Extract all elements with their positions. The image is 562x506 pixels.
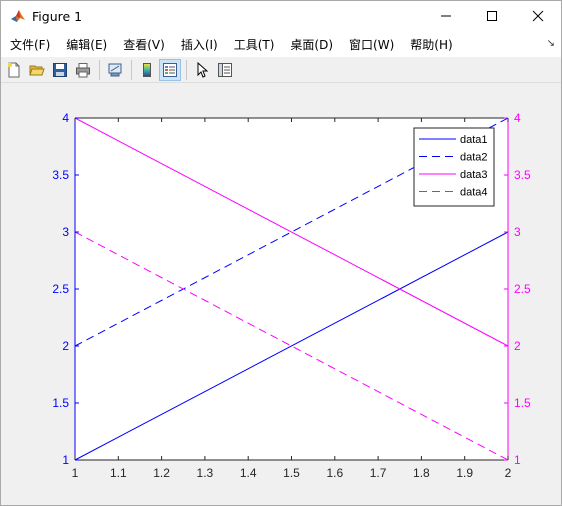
new-figure-button[interactable]: [3, 59, 25, 81]
window-controls: [423, 1, 561, 31]
right-y-tick-label: 2.5: [514, 282, 531, 296]
property-inspector-button[interactable]: [214, 59, 236, 81]
print-icon: [76, 62, 90, 77]
pointer-button[interactable]: [191, 59, 213, 81]
toolbar-separator: [99, 59, 100, 80]
matlab-logo-icon: [10, 8, 26, 24]
right-y-tick-label: 2: [514, 339, 521, 353]
x-tick-label: 1.8: [413, 466, 430, 480]
right-y-tick-label: 4: [514, 111, 521, 125]
dock-arrow-icon[interactable]: ↘: [547, 38, 555, 49]
print-button[interactable]: [72, 59, 94, 81]
left-y-tick-label: 2.5: [52, 282, 69, 296]
figure-canvas[interactable]: 1 1.1 1.2 1.3 1.4 1.5 1.6 1.7 1.8 1.9 2 1 1.5 2 2.5 3 3.…: [1, 84, 561, 505]
left-y-tick-label: 1.5: [52, 396, 69, 410]
menu-tools[interactable]: 工具(T): [229, 36, 280, 53]
colorbar-button[interactable]: [136, 59, 158, 81]
save-button[interactable]: [49, 59, 71, 81]
x-tick-label: 1.3: [197, 466, 214, 480]
close-button[interactable]: [515, 1, 561, 31]
toolbar: [1, 57, 561, 83]
plot-chart[interactable]: 1 1.1 1.2 1.3 1.4 1.5 1.6 1.7 1.8 1.9 211.522.533.…: [1, 84, 561, 505]
right-y-tick-label: 1.5: [514, 396, 531, 410]
toolbar-separator: [186, 59, 187, 80]
menu-help[interactable]: 帮助(H): [405, 36, 457, 53]
x-tick-label: 1.7: [370, 466, 387, 480]
property-inspector-icon: [218, 62, 232, 77]
link-plot-button[interactable]: [104, 59, 126, 81]
legend-label-data4: data4: [460, 187, 488, 199]
menu-file[interactable]: 文件(F): [5, 36, 55, 53]
x-tick-label: 1.1: [110, 466, 127, 480]
close-icon: [532, 10, 544, 22]
menu-window[interactable]: 窗口(W): [344, 36, 399, 53]
legend-label-data3: data3: [460, 169, 488, 181]
maximize-icon: [487, 11, 497, 21]
legend-label-data2: data2: [460, 152, 488, 164]
open-file-button[interactable]: [26, 59, 48, 81]
toolbar-separator: [131, 59, 132, 80]
window-title: Figure 1: [32, 8, 83, 24]
x-tick-label: 1.6: [326, 466, 343, 480]
menu-insert[interactable]: 插入(I): [176, 36, 223, 53]
legend-button[interactable]: [159, 58, 181, 81]
menu-bar: 文件(F) 编辑(E) 查看(V) 插入(I) 工具(T) 桌面(D) 窗口(W…: [1, 31, 561, 57]
menu-edit[interactable]: 编辑(E): [61, 36, 112, 53]
x-tick-label: 1.9: [456, 466, 473, 480]
maximize-button[interactable]: [469, 1, 515, 31]
left-y-tick-label: 2: [62, 339, 69, 353]
minimize-button[interactable]: [423, 1, 469, 31]
link-plot-icon: [108, 63, 122, 76]
left-y-tick-label: 3.5: [52, 168, 69, 182]
menu-view[interactable]: 查看(V): [118, 36, 170, 53]
title-bar: Figure 1: [1, 1, 561, 31]
figure-window: Figure 1 文件(F) 编辑(E) 查看(V) 插入(I) 工具(T) 桌…: [0, 0, 562, 506]
minimize-icon: [441, 15, 451, 17]
save-icon: [53, 62, 67, 77]
left-y-tick-label: 1: [62, 453, 69, 467]
left-y-tick-label: 4: [62, 111, 69, 125]
right-y-tick-label: 1: [514, 453, 521, 467]
right-y-tick-label: 3: [514, 225, 521, 239]
x-tick-label: 1.2: [153, 466, 170, 480]
open-file-icon: [29, 65, 45, 75]
colorbar-icon: [143, 62, 151, 77]
legend-label-data1: data1: [460, 134, 488, 146]
pointer-icon: [197, 61, 209, 78]
menu-desktop[interactable]: 桌面(D): [285, 36, 338, 53]
new-figure-icon: [7, 62, 20, 77]
right-y-tick-label: 3.5: [514, 168, 531, 182]
x-tick-label: 1.4: [240, 466, 257, 480]
x-tick-label: 2: [505, 466, 512, 480]
left-y-tick-label: 3: [62, 225, 69, 239]
x-tick-label: 1.5: [283, 466, 300, 480]
legend-icon: [163, 62, 177, 77]
x-tick-label: 1: [72, 466, 79, 480]
